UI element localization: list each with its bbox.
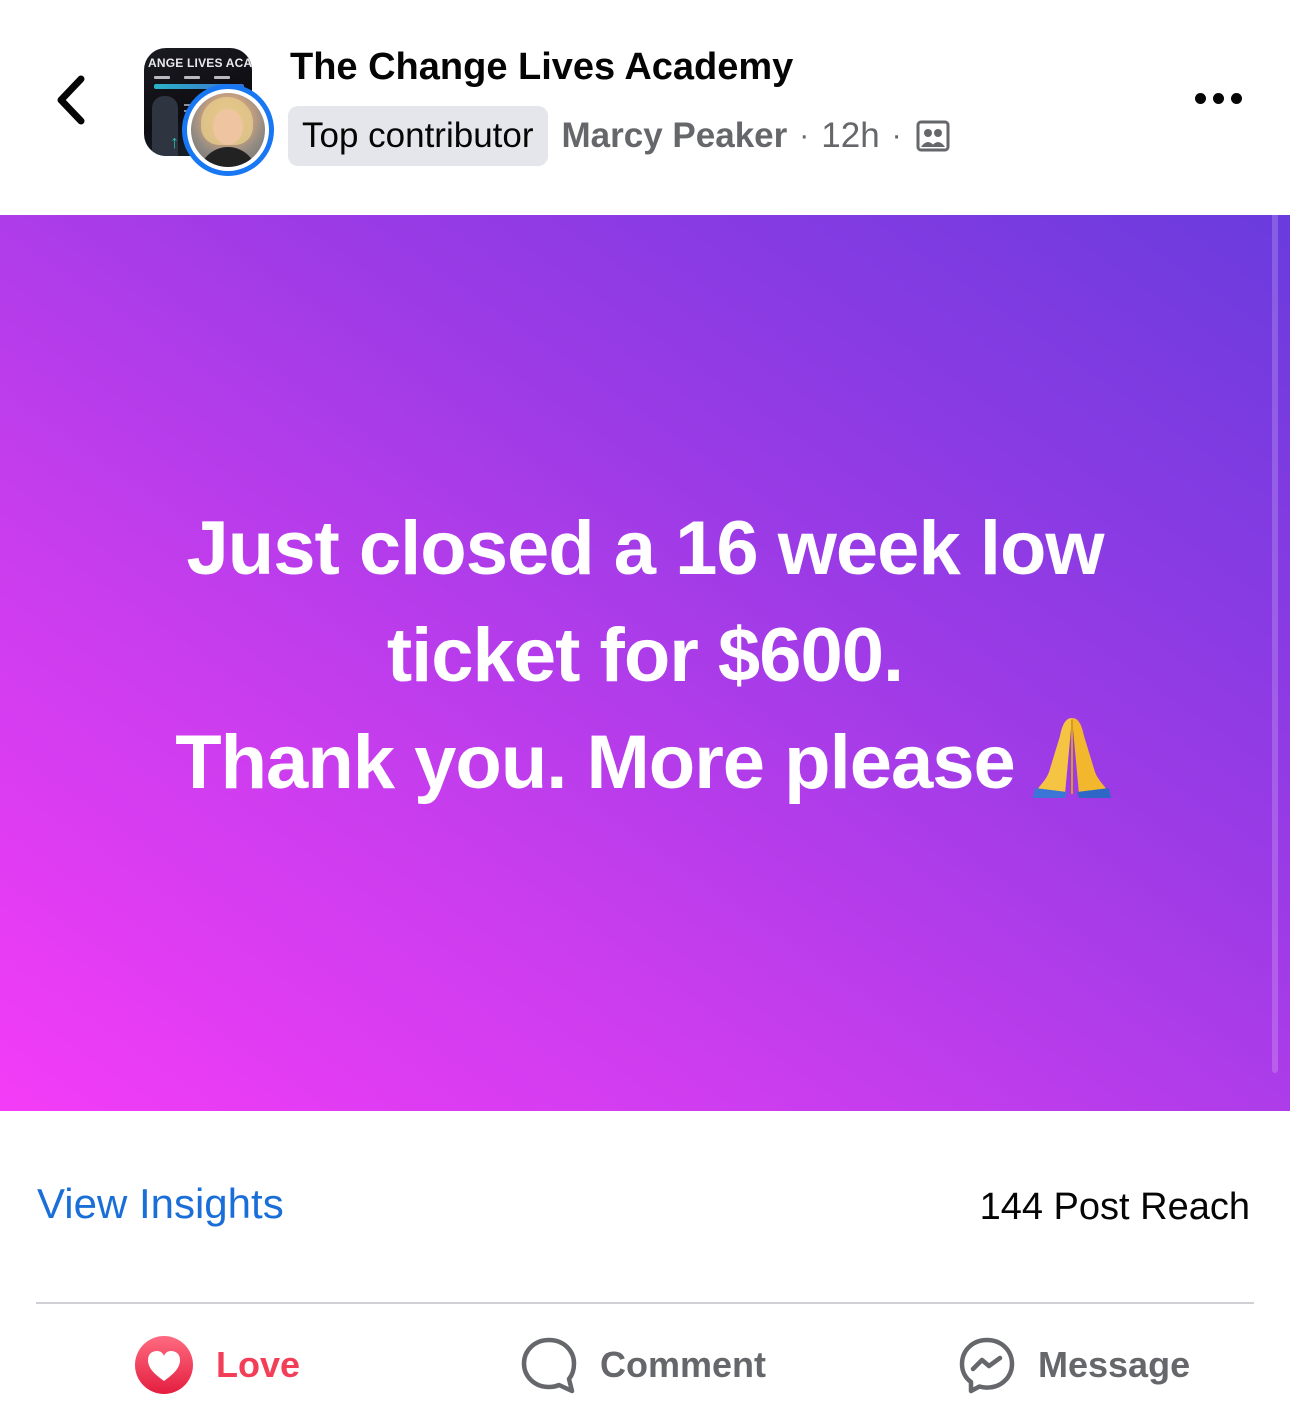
message-label: Message	[1038, 1344, 1191, 1385]
post-time[interactable]: 12h	[821, 116, 879, 156]
view-insights-link[interactable]: View Insights	[37, 1180, 284, 1228]
group-members-icon	[916, 120, 950, 152]
post-text-line: Thank you. More please	[175, 720, 1016, 805]
post-detail-screen: ANGE LIVES ACAD ↑ The Change Lives Acade…	[0, 0, 1290, 1423]
comment-icon	[521, 1337, 577, 1394]
group-avatar-text: ANGE LIVES ACAD	[148, 56, 252, 70]
more-horizontal-icon	[1194, 92, 1206, 104]
chevron-left-icon	[57, 75, 85, 125]
comment-button[interactable]: Comment	[520, 1330, 766, 1400]
post-meta: Top contributor Marcy Peaker · 12h ·	[288, 106, 950, 166]
messenger-icon	[959, 1337, 1015, 1394]
message-button[interactable]: Message	[958, 1330, 1190, 1400]
author-name[interactable]: Marcy Peaker	[562, 116, 788, 156]
post-text-line: ticket for $600.	[386, 613, 904, 698]
avatar-stack[interactable]: ANGE LIVES ACAD ↑	[144, 48, 274, 178]
folded-hands-emoji	[1029, 712, 1115, 826]
comment-label: Comment	[600, 1344, 767, 1385]
post-header: ANGE LIVES ACAD ↑ The Change Lives Acade…	[0, 0, 1290, 215]
meta-separator: ·	[891, 119, 902, 152]
post-text-line: Just closed a 16 week low	[186, 506, 1105, 591]
love-label: Love	[216, 1344, 301, 1385]
top-contributor-badge[interactable]: Top contributor	[288, 106, 548, 166]
group-name[interactable]: The Change Lives Academy	[290, 46, 793, 89]
scrollbar[interactable]	[1272, 205, 1278, 1073]
post-text-line-with-emoji: Thank you. More please	[60, 709, 1230, 826]
post-background: Just closed a 16 week low ticket for $60…	[0, 215, 1290, 1111]
post-text: Just closed a 16 week low ticket for $60…	[60, 495, 1230, 826]
love-reaction-icon	[135, 1336, 193, 1394]
author-avatar[interactable]	[182, 84, 274, 176]
divider	[36, 1302, 1254, 1304]
meta-separator: ·	[799, 119, 810, 152]
post-reach-count: 144 Post Reach	[979, 1186, 1250, 1228]
love-button[interactable]: Love	[134, 1330, 300, 1400]
back-button[interactable]	[40, 60, 100, 140]
more-options-button[interactable]	[1188, 80, 1248, 116]
